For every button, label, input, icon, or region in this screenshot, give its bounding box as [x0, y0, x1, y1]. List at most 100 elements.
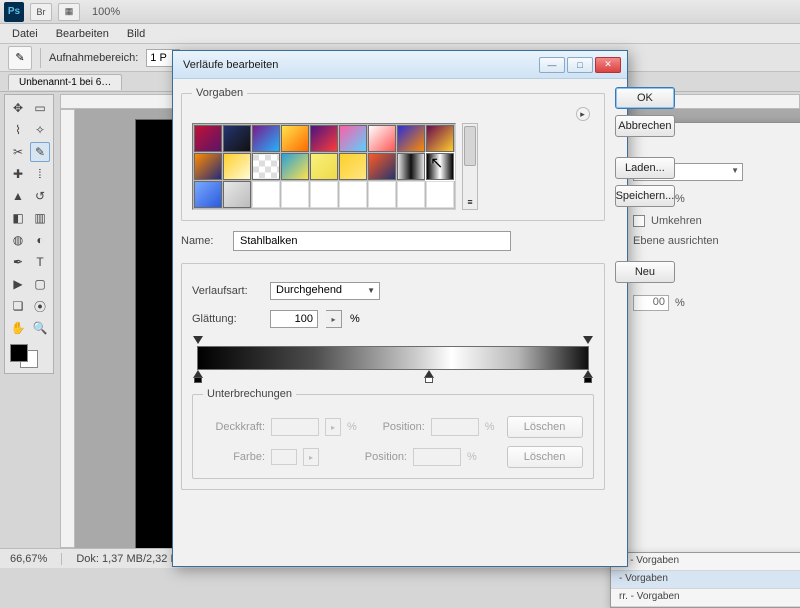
shape-tool-icon[interactable]: ▢ [30, 274, 50, 294]
gradient-settings-fieldset: Verlaufsart: Durchgehend Glättung: ▸ % [181, 263, 605, 490]
gradient-preset-empty [252, 181, 280, 208]
stops-fieldset: Unterbrechungen Deckkraft: ▸ % Position:… [192, 388, 594, 479]
tool-preset-icon[interactable]: ✎ [8, 46, 32, 70]
gradient-preset[interactable] [281, 125, 309, 152]
gradient-preset[interactable] [194, 125, 222, 152]
scrollbar-options-icon[interactable]: ≡ [465, 197, 475, 207]
color-stop-left[interactable] [193, 370, 203, 380]
gradient-preset[interactable] [252, 153, 280, 180]
stamp-tool-icon[interactable]: ▲ [8, 186, 28, 206]
color-stop-mid[interactable] [424, 370, 434, 380]
gradient-preset-empty [368, 181, 396, 208]
lasso-tool-icon[interactable]: ⌇ [8, 120, 28, 140]
move-tool-icon[interactable]: ✥ [8, 98, 28, 118]
gradient-tool-icon[interactable]: ▥ [30, 208, 50, 228]
bg-pct2-suffix: % [675, 297, 685, 309]
cancel-button[interactable]: Abbrechen [615, 115, 676, 137]
marquee-tool-icon[interactable]: ▭ [30, 98, 50, 118]
zoom-tool-icon[interactable]: 🔍 [30, 318, 50, 338]
pen-tool-icon[interactable]: ✒ [8, 252, 28, 272]
view-extras-button[interactable]: ▦ [58, 3, 80, 21]
status-zoom[interactable]: 66,67% [10, 553, 62, 565]
presets-menu-icon[interactable]: ▸ [576, 107, 590, 121]
minimize-icon[interactable]: — [539, 57, 565, 73]
name-input[interactable] [233, 231, 511, 251]
history-brush-icon[interactable]: ↺ [30, 186, 50, 206]
menu-file[interactable]: Datei [12, 28, 38, 40]
stops-legend: Unterbrechungen [203, 388, 296, 400]
gradient-preset[interactable] [426, 153, 454, 180]
gradient-preset[interactable] [368, 125, 396, 152]
presets-scrollbar[interactable]: ≡ [462, 123, 478, 210]
position2-pct: % [467, 451, 477, 463]
bridge-button[interactable]: Br [30, 3, 52, 21]
gradient-preset[interactable] [223, 181, 251, 208]
smoothness-input[interactable] [270, 310, 318, 328]
type-tool-icon[interactable]: T [30, 252, 50, 272]
menu-bar: Datei Bearbeiten Bild [0, 24, 800, 44]
3d-tool-icon[interactable]: ❏ [8, 296, 28, 316]
crop-tool-icon[interactable]: ✂ [8, 142, 28, 162]
type-label: Verlaufsart: [192, 285, 262, 297]
new-button[interactable]: Neu [615, 261, 676, 283]
gradient-preset[interactable] [339, 153, 367, 180]
gradient-bar[interactable] [197, 346, 589, 370]
gradient-preset-empty [397, 181, 425, 208]
gradient-preset[interactable] [252, 125, 280, 152]
opacity-stop-left[interactable] [193, 336, 203, 346]
ok-button[interactable]: OK [615, 87, 676, 109]
gradient-preset[interactable] [426, 125, 454, 152]
path-select-icon[interactable]: ▶ [8, 274, 28, 294]
zoom-value: 100% [92, 6, 120, 18]
3d-cam-tool-icon[interactable]: ⦿ [30, 296, 50, 316]
gradient-preset[interactable] [397, 153, 425, 180]
maximize-icon[interactable]: □ [567, 57, 593, 73]
scrollbar-thumb[interactable] [464, 126, 476, 166]
gradient-preset[interactable] [194, 153, 222, 180]
color-stop-right[interactable] [583, 370, 593, 380]
gradient-preset[interactable] [310, 125, 338, 152]
opacity-stepper-icon: ▸ [325, 418, 341, 436]
brush-tool-icon[interactable]: ⵂ [30, 164, 50, 184]
gradient-preset[interactable] [368, 153, 396, 180]
load-button[interactable]: Laden... [615, 157, 676, 179]
preset-list-item[interactable]: - Vorgaben [611, 571, 800, 589]
bg-pct1-suffix: % [675, 193, 685, 205]
save-button[interactable]: Speichern... [615, 185, 676, 207]
presets-fieldset: Vorgaben ▸ ≡ ↖ [181, 87, 605, 221]
gradient-preset[interactable] [281, 153, 309, 180]
document-tab[interactable]: Unbenannt-1 bei 6… [8, 74, 122, 90]
gradient-editor-dialog: Verläufe bearbeiten — □ ✕ Vorgaben ▸ ≡ [172, 50, 628, 567]
position2-label: Position: [345, 451, 407, 463]
hand-tool-icon[interactable]: ✋ [8, 318, 28, 338]
heal-tool-icon[interactable]: ✚ [8, 164, 28, 184]
gradient-preset[interactable] [194, 181, 222, 208]
toolbox: ✥ ▭ ⌇ ✧ ✂ ✎ ✚ ⵂ ▲ ↺ ◧ ▥ ◍ ◐ ✒ T ▶ ▢ ❏ ⦿ … [4, 94, 54, 374]
blur-tool-icon[interactable]: ◍ [8, 230, 28, 250]
gradient-preset-empty [281, 181, 309, 208]
smoothness-stepper-icon[interactable]: ▸ [326, 310, 342, 328]
gradient-preset-empty [310, 181, 338, 208]
eraser-tool-icon[interactable]: ◧ [8, 208, 28, 228]
type-dropdown[interactable]: Durchgehend [270, 282, 380, 300]
dialog-title-bar[interactable]: Verläufe bearbeiten — □ ✕ [173, 51, 627, 79]
preset-list-item[interactable]: iß - Vorgaben [611, 553, 800, 571]
color-swatches[interactable] [8, 342, 50, 370]
close-icon[interactable]: ✕ [595, 57, 621, 73]
foreground-color[interactable] [10, 344, 28, 362]
preset-list-item[interactable]: rr. - Vorgaben [611, 589, 800, 607]
menu-image[interactable]: Bild [127, 28, 145, 40]
gradient-preset[interactable] [223, 125, 251, 152]
position1-label: Position: [363, 421, 425, 433]
gradient-preset[interactable] [310, 153, 338, 180]
presets-grid [192, 123, 456, 210]
gradient-preset[interactable] [339, 125, 367, 152]
gradient-preset[interactable] [223, 153, 251, 180]
smoothness-pct: % [350, 313, 360, 325]
gradient-preset[interactable] [397, 125, 425, 152]
opacity-stop-right[interactable] [583, 336, 593, 346]
wand-tool-icon[interactable]: ✧ [30, 120, 50, 140]
eyedropper-tool-icon[interactable]: ✎ [30, 142, 50, 162]
menu-edit[interactable]: Bearbeiten [56, 28, 109, 40]
dodge-tool-icon[interactable]: ◐ [30, 230, 50, 250]
